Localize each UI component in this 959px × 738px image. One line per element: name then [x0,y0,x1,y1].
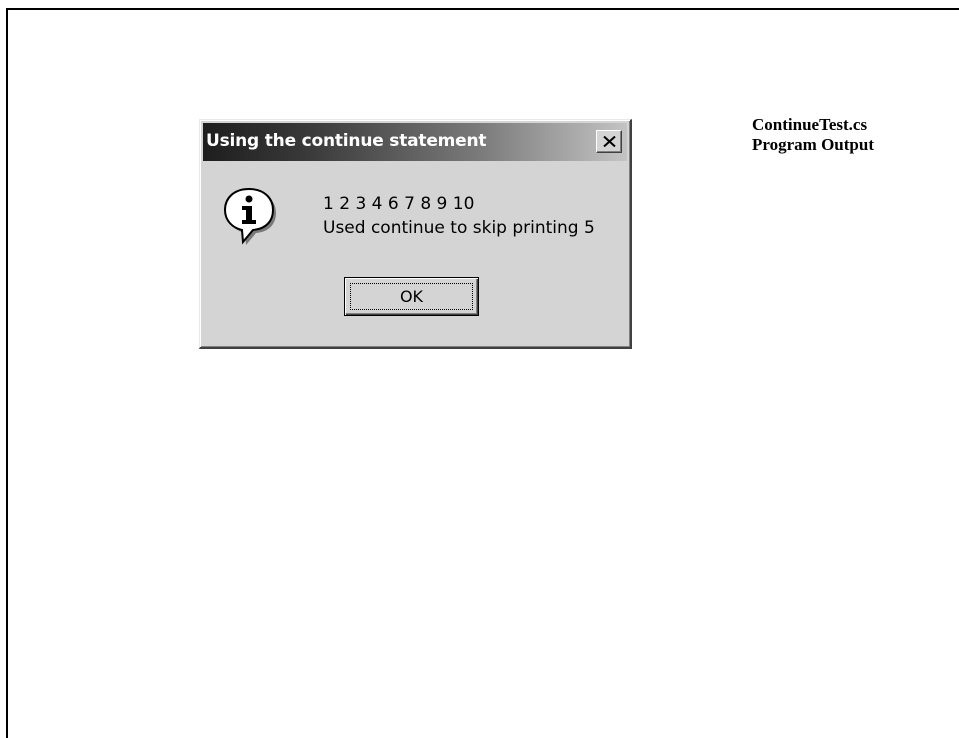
dialog-title: Using the continue statement [206,131,487,151]
close-button[interactable] [596,130,622,153]
caption-subtitle: Program Output [752,135,874,154]
caption-filename: ContinueTest.cs [752,115,868,134]
slide-caption: ContinueTest.cs Program Output [752,115,874,155]
ok-button[interactable]: OK [344,277,479,316]
dialog-titlebar[interactable]: Using the continue statement [203,123,627,161]
close-icon [603,136,616,147]
message-line-numbers: 1 2 3 4 6 7 8 9 10 [323,194,475,214]
message-line-explanation: Used continue to skip printing 5 [323,218,595,238]
dialog-message: 1 2 3 4 6 7 8 9 10 Used continue to skip… [323,192,595,240]
information-icon [223,187,276,245]
ok-button-label: OK [399,287,424,306]
message-box-dialog: Using the continue statement 1 2 3 4 6 7… [199,119,632,349]
